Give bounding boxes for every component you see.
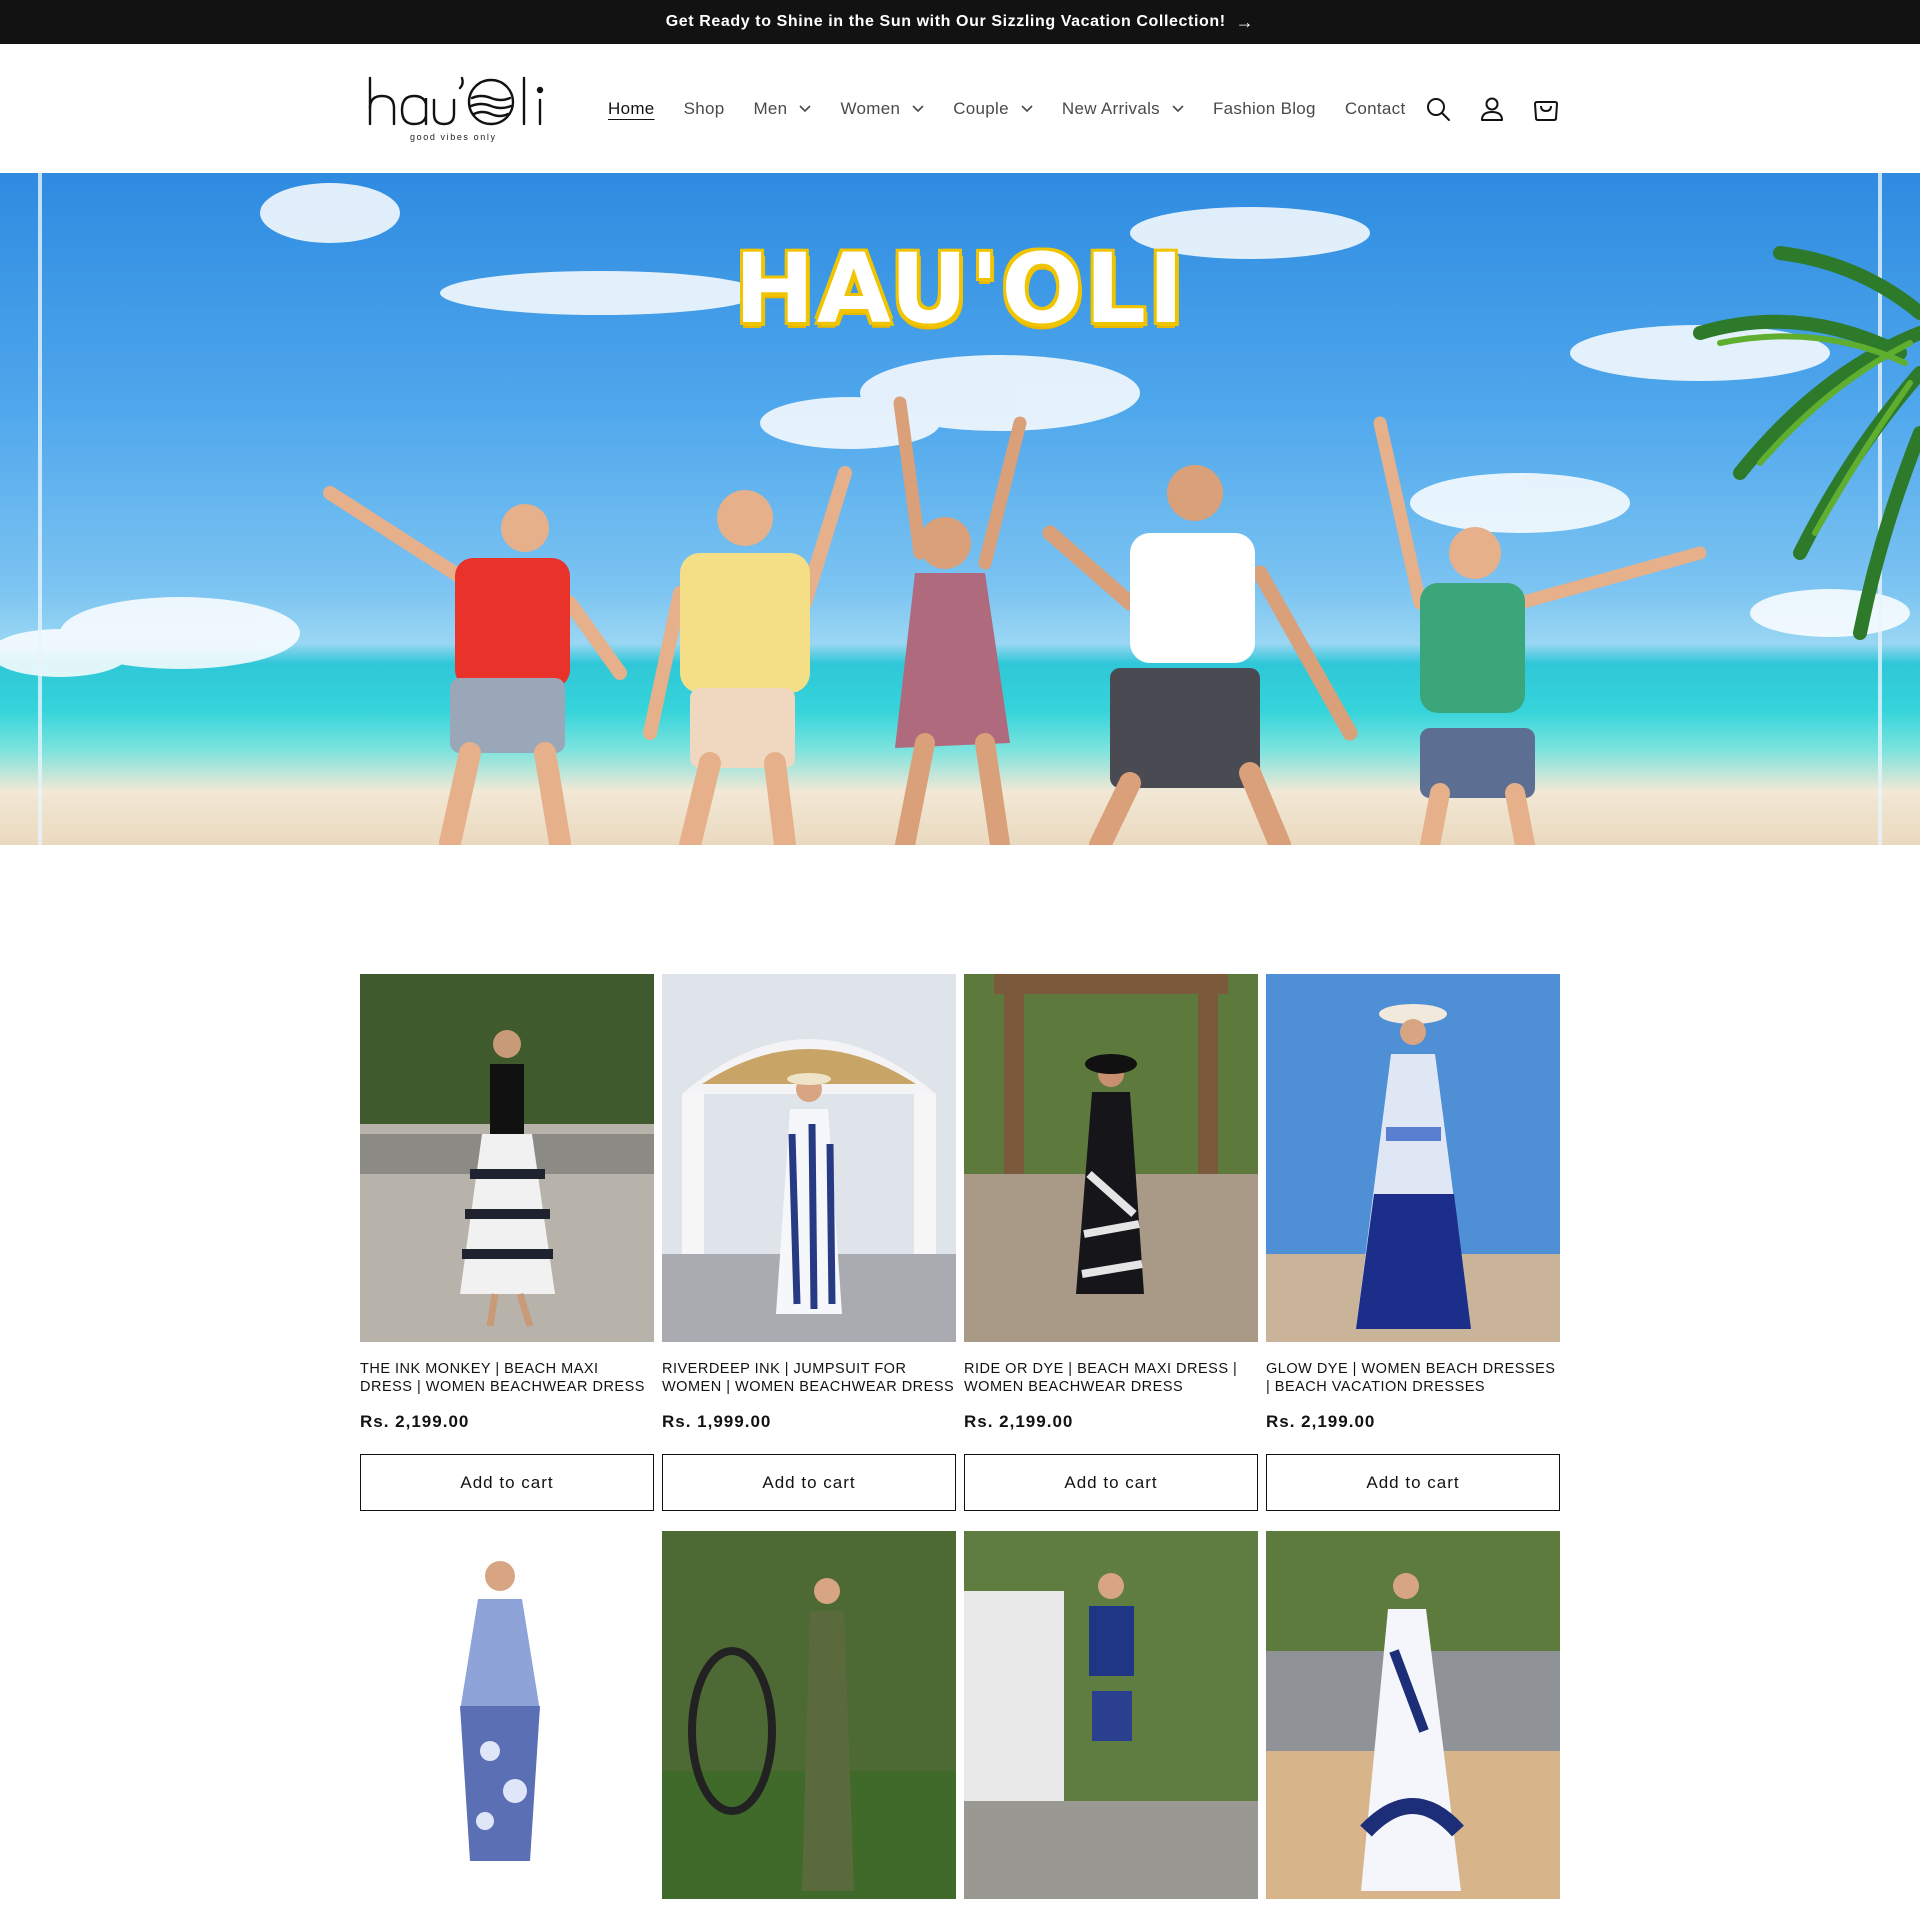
hero-title: HAU'OLI (734, 233, 1186, 345)
header-icons (1424, 44, 1560, 173)
announcement-text[interactable]: Get Ready to Shine in the Sun with Our S… (666, 13, 1226, 31)
product-image[interactable] (360, 974, 654, 1342)
product-image[interactable] (964, 974, 1258, 1342)
chevron-down-icon (799, 104, 812, 112)
account-icon[interactable] (1478, 95, 1506, 123)
nav-new-arrivals-label: New Arrivals (1061, 98, 1160, 118)
nav-home-label: Home (608, 98, 655, 118)
cart-icon[interactable] (1532, 95, 1560, 123)
nav-men[interactable]: Men (753, 98, 812, 119)
nav-couple[interactable]: Couple (953, 99, 1033, 119)
nav-women[interactable]: Women (840, 99, 924, 119)
product-image[interactable] (1266, 974, 1560, 1342)
nav-fashion-blog[interactable]: Fashion Blog (1213, 99, 1316, 119)
nav-shop[interactable]: Shop (684, 99, 725, 119)
nav-shop-label: Shop (683, 98, 725, 118)
nav-fashion-blog-label: Fashion Blog (1212, 98, 1316, 118)
product-title[interactable]: GLOW DYE | WOMEN BEACH DRESSES | BEACH V… (1266, 1360, 1560, 1396)
arrow-right-icon: → (1235, 11, 1255, 32)
announcement-bar[interactable]: Get Ready to Shine in the Sun with Our S… (0, 0, 1920, 44)
product-price: Rs. 2,199.00 (360, 1412, 470, 1431)
people-figures (323, 396, 1707, 845)
nav-couple-label: Couple (953, 98, 1009, 118)
product-image[interactable] (964, 1531, 1258, 1899)
product-image[interactable] (662, 974, 956, 1342)
add-to-cart-button[interactable]: Add to cart (1266, 1454, 1560, 1511)
product-image[interactable] (662, 1531, 956, 1899)
product-image[interactable] (1266, 1531, 1560, 1899)
nav-new-arrivals[interactable]: New Arrivals (1062, 99, 1184, 119)
chevron-down-icon (1021, 104, 1033, 112)
site-header: good vibes only Home Shop Men Women Coup… (0, 44, 1920, 173)
product-image[interactable] (360, 1531, 654, 1899)
product-price: Rs. 1,999.00 (662, 1412, 772, 1431)
nav-contact-label: Contact (1344, 98, 1406, 118)
main-nav: Home Shop Men Women Couple New Arrivals … (608, 44, 1435, 173)
nav-contact[interactable]: Contact (1345, 99, 1406, 119)
chevron-down-icon (912, 104, 924, 112)
search-icon[interactable] (1424, 95, 1452, 123)
add-to-cart-button[interactable]: Add to cart (360, 1454, 654, 1511)
nav-home[interactable]: Home (608, 99, 655, 119)
product-title[interactable]: RIDE OR DYE | BEACH MAXI DRESS | WOMEN B… (964, 1360, 1258, 1396)
product-price: Rs. 2,199.00 (1266, 1412, 1376, 1431)
brand-tagline: good vibes only (410, 132, 497, 142)
nav-women-label: Women (840, 98, 901, 118)
product-title[interactable]: RIVERDEEP INK | JUMPSUIT FOR WOMEN | WOM… (662, 1360, 956, 1396)
chevron-down-icon (1172, 104, 1184, 112)
add-to-cart-button[interactable]: Add to cart (964, 1454, 1258, 1511)
nav-men-label: Men (753, 98, 788, 118)
product-title[interactable]: THE INK MONKEY | BEACH MAXI DRESS | WOME… (360, 1360, 654, 1396)
hero-banner[interactable]: HAU'OLI (0, 173, 1920, 845)
add-to-cart-button[interactable]: Add to cart (662, 1454, 956, 1511)
product-price: Rs. 2,199.00 (964, 1412, 1074, 1431)
